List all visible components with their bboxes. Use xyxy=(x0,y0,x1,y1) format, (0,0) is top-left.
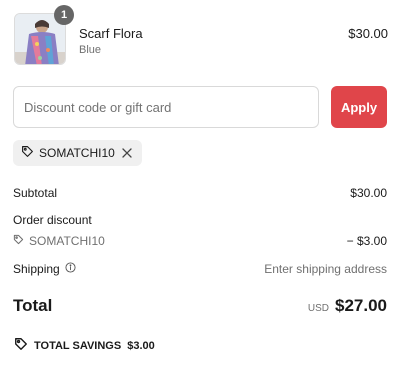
product-name: Scarf Flora xyxy=(79,26,143,41)
subtotal-label: Subtotal xyxy=(13,186,58,200)
tag-icon xyxy=(21,145,34,161)
close-icon[interactable] xyxy=(120,146,134,160)
discount-code-input[interactable] xyxy=(13,86,319,128)
shipping-row: Shipping Enter shipping address xyxy=(13,262,387,276)
applied-discount-chip: SOMATCHI10 xyxy=(13,140,142,166)
apply-button[interactable]: Apply xyxy=(331,86,387,128)
discount-value: − $3.00 xyxy=(346,234,387,248)
product-thumbnail-wrap: 1 xyxy=(14,5,74,65)
total-amount: $27.00 xyxy=(335,296,387,315)
discount-code-row: SOMATCHI10 − $3.00 xyxy=(13,234,387,248)
quantity-badge: 1 xyxy=(54,5,74,25)
cart-line-item: 1 Scarf Flora Blue $30.00 xyxy=(14,5,388,65)
subtotal-row: Subtotal $30.00 xyxy=(13,186,387,200)
discount-code-label: SOMATCHI10 xyxy=(29,234,105,248)
savings-value: $3.00 xyxy=(127,339,155,352)
product-variant: Blue xyxy=(79,44,102,56)
product-price: $30.00 xyxy=(348,26,388,41)
currency-code: USD xyxy=(307,303,329,314)
total-label: Total xyxy=(13,296,53,315)
subtotal-value: $30.00 xyxy=(350,186,387,200)
tag-icon xyxy=(13,234,24,248)
order-discount-row: Order discount xyxy=(13,213,387,227)
shipping-value: Enter shipping address xyxy=(264,262,387,276)
tag-icon xyxy=(14,337,28,354)
order-discount-label: Order discount xyxy=(13,213,92,227)
total-savings: TOTAL SAVINGS $3.00 xyxy=(14,337,155,354)
shipping-label: Shipping xyxy=(13,262,60,276)
info-icon[interactable] xyxy=(65,262,76,276)
applied-code-label: SOMATCHI10 xyxy=(39,146,115,160)
total-row: Total USD $27.00 xyxy=(13,296,387,316)
savings-label: TOTAL SAVINGS xyxy=(34,339,122,352)
